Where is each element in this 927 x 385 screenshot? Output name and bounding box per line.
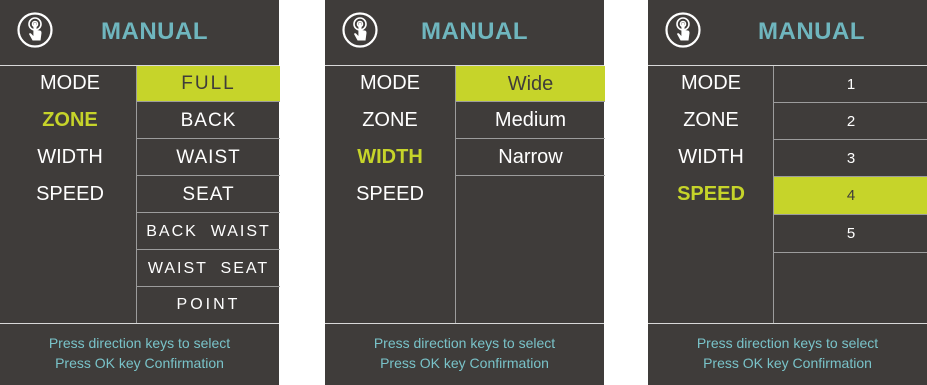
menu-item-mode[interactable]: MODE	[8, 72, 132, 95]
manual-panel-speed: MANUAL MODE ZONE WIDTH SPEED 1 2 3 4 5 P…	[648, 0, 927, 385]
menu-item-zone[interactable]: ZONE	[8, 109, 132, 132]
menu-item-width[interactable]: WIDTH	[8, 146, 132, 169]
page-title: MANUAL	[758, 18, 865, 45]
help-footer: Press direction keys to select Press OK …	[0, 323, 279, 385]
option-waist-seat[interactable]: WAIST SEAT	[137, 250, 280, 287]
speed-options-list: 1 2 3 4 5	[773, 66, 927, 323]
menu-item-mode[interactable]: MODE	[656, 72, 766, 95]
option-speed-5[interactable]: 5	[774, 215, 927, 253]
help-text-confirm: Press OK key Confirmation	[703, 355, 872, 371]
help-footer: Press direction keys to select Press OK …	[325, 323, 604, 385]
menu-item-width[interactable]: WIDTH	[333, 146, 447, 169]
panel-header: MANUAL	[648, 0, 927, 65]
help-text-select: Press direction keys to select	[696, 335, 879, 351]
option-back-waist[interactable]: BACK WAIST	[137, 213, 280, 250]
manual-panel-zone: MANUAL MODE ZONE WIDTH SPEED FULL BACK W…	[0, 0, 280, 385]
option-waist[interactable]: WAIST	[137, 139, 280, 176]
option-speed-3[interactable]: 3	[774, 140, 927, 177]
help-text-confirm: Press OK key Confirmation	[55, 355, 224, 371]
touch-icon	[342, 12, 378, 48]
option-point[interactable]: POINT	[137, 287, 280, 323]
menu-item-width[interactable]: WIDTH	[656, 146, 766, 169]
menu-item-speed[interactable]: SPEED	[656, 183, 766, 206]
page-title: MANUAL	[421, 18, 528, 45]
menu-item-speed[interactable]: SPEED	[333, 183, 447, 206]
menu-item-mode[interactable]: MODE	[333, 72, 447, 95]
help-text-select: Press direction keys to select	[48, 335, 231, 351]
help-text-confirm: Press OK key Confirmation	[380, 355, 549, 371]
option-speed-2[interactable]: 2	[774, 103, 927, 140]
help-footer: Press direction keys to select Press OK …	[648, 323, 927, 385]
help-text-select: Press direction keys to select	[373, 335, 556, 351]
zone-options-list: FULL BACK WAIST SEAT BACK WAIST WAIST SE…	[136, 66, 280, 323]
option-back[interactable]: BACK	[137, 102, 280, 139]
option-seat[interactable]: SEAT	[137, 176, 280, 213]
manual-panel-width: MANUAL MODE ZONE WIDTH SPEED Wide Medium…	[325, 0, 605, 385]
option-narrow[interactable]: Narrow	[456, 139, 605, 176]
option-speed-4[interactable]: 4	[774, 177, 927, 215]
touch-icon	[17, 12, 53, 48]
menu-item-zone[interactable]: ZONE	[656, 109, 766, 132]
touch-icon	[665, 12, 701, 48]
option-medium[interactable]: Medium	[456, 102, 605, 139]
option-speed-1[interactable]: 1	[774, 66, 927, 103]
page-title: MANUAL	[101, 18, 208, 45]
option-full[interactable]: FULL	[137, 66, 280, 102]
width-options-list: Wide Medium Narrow	[455, 66, 605, 323]
panel-header: MANUAL	[0, 0, 279, 65]
menu-item-speed[interactable]: SPEED	[8, 183, 132, 206]
panel-header: MANUAL	[325, 0, 604, 65]
menu-item-zone[interactable]: ZONE	[333, 109, 447, 132]
option-wide[interactable]: Wide	[456, 66, 605, 102]
